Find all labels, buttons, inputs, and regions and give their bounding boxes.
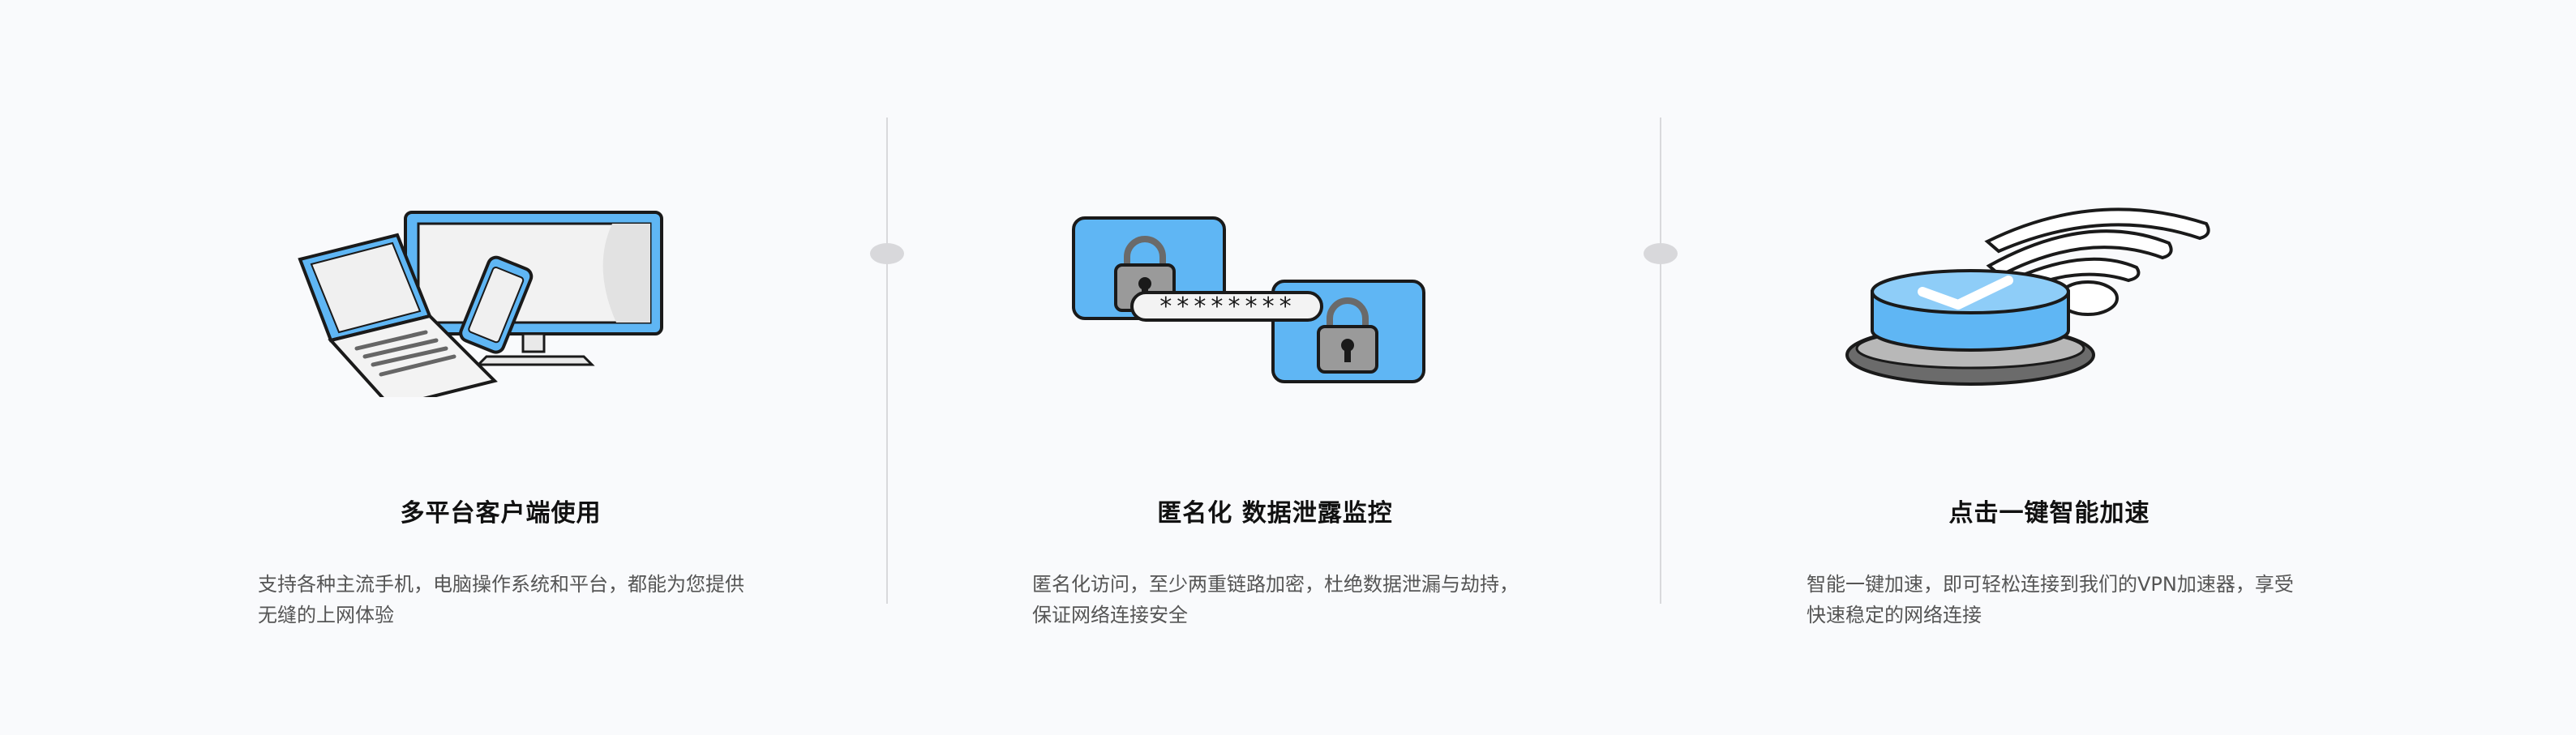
lock-password-icon: ******** <box>1072 216 1425 383</box>
feature-multi-platform: 多平台客户端使用 支持各种主流手机，电脑操作系统和平台，都能为您提供无缝的上网体… <box>114 0 888 735</box>
password-mask: ******** <box>1159 293 1296 321</box>
feature-title: 匿名化 数据泄露监控 <box>1157 499 1393 528</box>
feature-title: 多平台客户端使用 <box>400 499 602 528</box>
feature-description: 匿名化访问，至少两重链路加密，杜绝数据泄漏与劫持，保证网络连接安全 <box>1032 573 1519 626</box>
multi-device-icon <box>298 211 663 397</box>
one-click-accelerate-icon <box>1845 207 2210 386</box>
feature-description: 智能一键加速，即可轻松连接到我们的VPN加速器，享受快速稳定的网络连接 <box>1807 573 2294 626</box>
feature-title: 点击一键智能加速 <box>1948 499 2150 528</box>
feature-anonymous-monitoring: ******** 匿名化 数据泄露监控 匿名化访问，至少两重链路加密，杜绝数据泄… <box>888 0 1662 735</box>
feature-description: 支持各种主流手机，电脑操作系统和平台，都能为您提供无缝的上网体验 <box>258 573 744 626</box>
feature-one-click-accelerate: 点击一键智能加速 智能一键加速，即可轻松连接到我们的VPN加速器，享受快速稳定的… <box>1662 0 2437 735</box>
